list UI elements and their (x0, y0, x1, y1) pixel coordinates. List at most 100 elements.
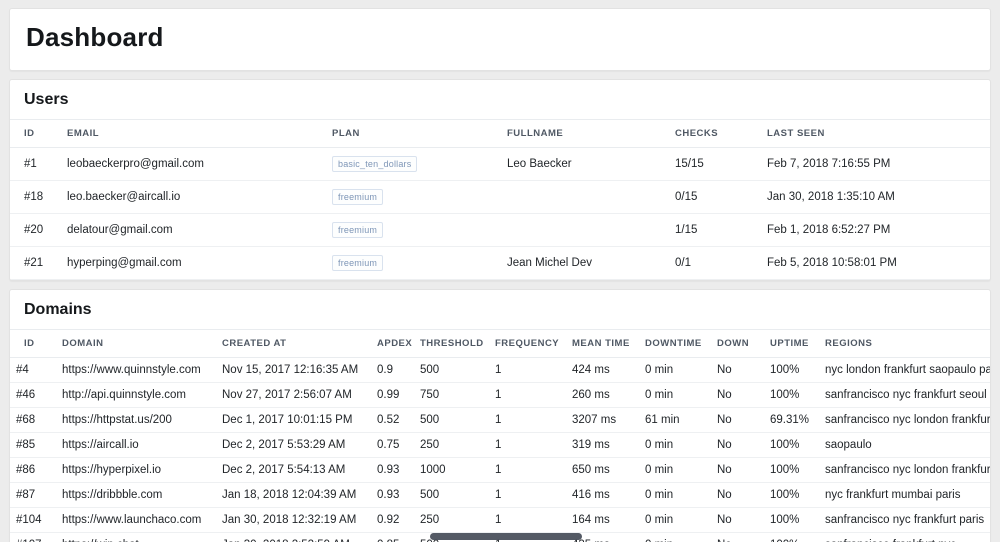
table-cell: sanfrancisco nyc frankfurt paris (819, 507, 990, 533)
table-cell: 0/1 (669, 246, 761, 280)
table-cell: No (711, 357, 764, 383)
column-header-fullname: FULLNAME (501, 119, 669, 148)
table-cell: 0.9 (371, 357, 414, 383)
page-title: Dashboard (26, 22, 164, 52)
table-cell: 1 (489, 507, 566, 533)
domains-table-header-row: ID DOMAIN CREATED AT APDEX THRESHOLD FREQUENC… (10, 329, 990, 358)
table-row: #87 https://dribbble.com Jan 18, 2018 12:0… (10, 482, 990, 508)
table-cell: #18 (10, 180, 61, 214)
plan-badge: freemium (332, 255, 384, 271)
column-header-domain: DOMAIN (56, 329, 216, 358)
table-cell: Jan 30, 2018 12:32:19 AM (216, 507, 371, 533)
table-cell: 500 (414, 482, 489, 508)
column-header-uptime: UPTIME (764, 329, 819, 358)
table-cell: 0/15 (669, 180, 761, 214)
table-cell: https://dribbble.com (56, 482, 216, 508)
horizontal-scrollbar-thumb[interactable] (430, 533, 582, 540)
table-cell: 0 min (639, 382, 711, 408)
table-cell: 0 min (639, 482, 711, 508)
domains-table-body: #4 https://www.quinnstyle.com Nov 15, 2017… (10, 357, 990, 542)
table-row: #86 https://hyperpixel.io Dec 2, 2017 5:54… (10, 457, 990, 483)
table-cell: #107 (10, 532, 56, 542)
column-header-created-at: CREATED AT (216, 329, 371, 358)
table-cell: freemium (326, 246, 501, 280)
table-cell: No (711, 532, 764, 542)
table-cell: 0 min (639, 432, 711, 458)
table-cell: leobaeckerpro@gmail.com (61, 147, 326, 181)
table-row: #21 hyperping@gmail.com freemium Jean Miche… (10, 246, 990, 280)
table-cell: https://www.quinnstyle.com (56, 357, 216, 383)
table-cell: 0.93 (371, 457, 414, 483)
table-cell: 100% (764, 532, 819, 542)
table-cell: 1000 (414, 457, 489, 483)
table-cell: sanfrancisco nyc london frankfurt seoul … (819, 457, 990, 483)
table-cell: #4 (10, 357, 56, 383)
table-cell: 250 (414, 432, 489, 458)
column-header-email: EMAIL (61, 119, 326, 148)
table-cell: Nov 27, 2017 2:56:07 AM (216, 382, 371, 408)
table-cell: 416 ms (566, 482, 639, 508)
users-table-header-row: ID EMAIL PLAN FULLNAME CHECKS LAST SEEN (10, 119, 990, 148)
table-cell: https://httpstat.us/200 (56, 407, 216, 433)
table-cell: 0.52 (371, 407, 414, 433)
table-row: #20 delatour@gmail.com freemium 1/15 Feb 1, … (10, 213, 990, 247)
column-header-id: ID (10, 329, 56, 358)
column-header-downtime: DOWNTIME (639, 329, 711, 358)
table-cell: nyc frankfurt mumbai paris (819, 482, 990, 508)
table-cell: https://hyperpixel.io (56, 457, 216, 483)
table-cell: 3207 ms (566, 407, 639, 433)
table-cell: 100% (764, 482, 819, 508)
table-cell: 260 ms (566, 382, 639, 408)
table-cell: 100% (764, 432, 819, 458)
table-cell: 69.31% (764, 407, 819, 433)
table-cell: Nov 15, 2017 12:16:35 AM (216, 357, 371, 383)
table-cell: #21 (10, 246, 61, 280)
table-cell: 0 min (639, 532, 711, 542)
column-header-down: DOWN (711, 329, 764, 358)
table-cell: 1 (489, 432, 566, 458)
users-section-card: Users ID EMAIL PLAN FULLNAME CHECKS LAST SEEN… (9, 79, 991, 281)
table-cell: 1 (489, 357, 566, 383)
table-cell: http://api.quinnstyle.com (56, 382, 216, 408)
table-cell: delatour@gmail.com (61, 213, 326, 247)
domains-section-card: Domains ID DOMAIN CREATED AT APDEX THRESHOLD… (9, 289, 991, 542)
table-row: #18 leo.baecker@aircall.io freemium 0/15 Jan… (10, 180, 990, 214)
table-cell: https://aircall.io (56, 432, 216, 458)
table-cell: Jan 30, 2018 1:35:10 AM (761, 180, 990, 214)
column-header-apdex: APDEX (371, 329, 414, 358)
table-row: #85 https://aircall.io Dec 2, 2017 5:53:29… (10, 432, 990, 458)
table-cell: Jan 18, 2018 12:04:39 AM (216, 482, 371, 508)
table-cell: No (711, 507, 764, 533)
table-cell: 0.92 (371, 507, 414, 533)
table-cell: 1 (489, 382, 566, 408)
table-cell: Dec 1, 2017 10:01:15 PM (216, 407, 371, 433)
table-cell: #46 (10, 382, 56, 408)
table-cell: basic_ten_dollars (326, 147, 501, 181)
table-cell: 424 ms (566, 357, 639, 383)
column-header-frequency: FREQUENCY (489, 329, 566, 358)
table-cell: 164 ms (566, 507, 639, 533)
table-cell: #68 (10, 407, 56, 433)
column-header-regions: REGIONS (819, 329, 990, 358)
table-cell: Feb 5, 2018 10:58:01 PM (761, 246, 990, 280)
table-cell: sanfrancisco frankfurt nyc (819, 532, 990, 542)
users-table-body: #1 leobaeckerpro@gmail.com basic_ten_dolla… (10, 147, 990, 280)
dashboard-header-card: Dashboard (9, 8, 991, 71)
table-cell: 0 min (639, 457, 711, 483)
table-cell: 1 (489, 407, 566, 433)
table-cell: 500 (414, 357, 489, 383)
table-cell: 750 (414, 382, 489, 408)
table-cell: Jan 30, 2018 2:52:59 AM (216, 532, 371, 542)
table-cell: sanfrancisco nyc london frankfurt mumbai (819, 407, 990, 433)
table-row: #104 https://www.launchaco.com Jan 30, 201… (10, 507, 990, 533)
table-cell (501, 180, 669, 214)
table-cell: #104 (10, 507, 56, 533)
column-header-plan: PLAN (326, 119, 501, 148)
table-cell: 0.93 (371, 482, 414, 508)
users-table: ID EMAIL PLAN FULLNAME CHECKS LAST SEEN #1 leo… (10, 119, 990, 280)
table-row: #1 leobaeckerpro@gmail.com basic_ten_dolla… (10, 147, 990, 181)
table-cell: #86 (10, 457, 56, 483)
users-section-title: Users (24, 91, 69, 108)
table-cell: nyc london frankfurt saopaulo paris (819, 357, 990, 383)
column-header-id: ID (10, 119, 61, 148)
